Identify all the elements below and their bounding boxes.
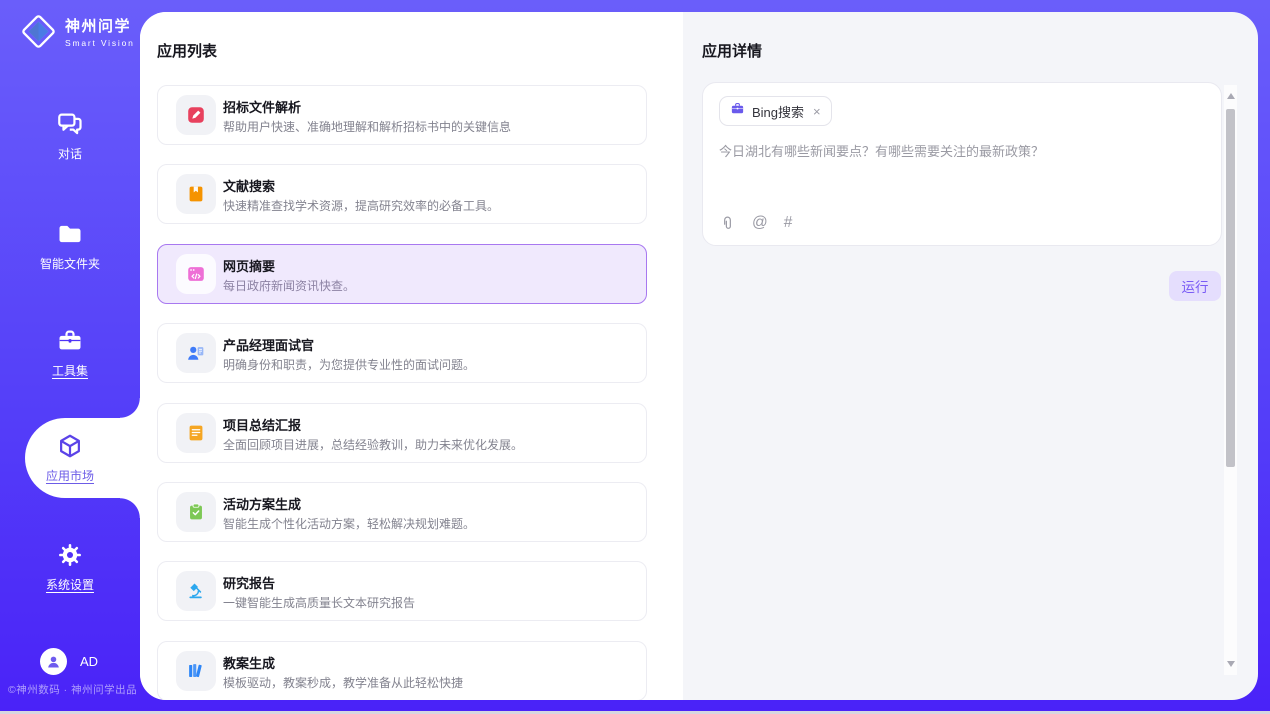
tool-chip-label: Bing搜索: [752, 102, 804, 121]
sidebar-item-label: 系统设置: [46, 576, 94, 593]
brand-name: 神州问学: [65, 15, 135, 36]
sidebar-item-label: 智能文件夹: [40, 255, 100, 272]
copyright-text: ©神州数码 · 神州问学出品: [8, 682, 137, 697]
app-card-description: 全面回顾项目进展，总结经验教训，助力未来优化发展。: [223, 436, 635, 453]
tool-chip-bing-search[interactable]: Bing搜索 ×: [719, 96, 832, 126]
scrollbar-thumb[interactable]: [1226, 109, 1235, 467]
app-card-description: 明确身份和职责，为您提供专业性的面试问题。: [223, 356, 635, 373]
app-card-description: 快速精准查找学术资源，提高研究效率的必备工具。: [223, 197, 635, 214]
sidebar-item-label: 对话: [58, 145, 82, 162]
folder-icon: [56, 220, 84, 248]
active-nav-bubble-notch-top: [120, 398, 140, 418]
scrollbar-up-arrow-icon[interactable]: [1227, 93, 1235, 99]
prompt-input[interactable]: [719, 141, 1201, 197]
user-avatar-icon: [40, 648, 67, 675]
user-initials: AD: [80, 654, 98, 669]
sidebar-item-label: 应用市场: [46, 467, 94, 484]
scrollbar-down-arrow-icon[interactable]: [1227, 661, 1235, 667]
toolbox-icon: [56, 327, 84, 355]
app-card-title: 网页摘要: [223, 256, 275, 275]
books-icon: [176, 651, 216, 691]
active-nav-bubble-notch-bottom: [120, 498, 140, 518]
content-area: 应用列表 应用详情 招标文件解析帮助用户快速、准确地理解和解析招标书中的关键信息…: [140, 12, 1258, 700]
paperclip-icon[interactable]: [719, 215, 736, 232]
report-icon: [176, 413, 216, 453]
app-card-title: 产品经理面试官: [223, 335, 314, 354]
sidebar-item-toolbox[interactable]: 工具集: [0, 327, 140, 379]
app-card-title: 文献搜索: [223, 176, 275, 195]
sidebar-item-cube[interactable]: 应用市场: [0, 432, 140, 484]
briefcase-icon: [730, 101, 745, 121]
at-mention-icon[interactable]: @: [752, 214, 768, 232]
diamond-logo-icon: [20, 13, 57, 50]
sidebar: 神州问学 Smart Vision 对话智能文件夹工具集应用市场系统设置 AD …: [0, 0, 140, 711]
user-account[interactable]: AD: [40, 648, 98, 675]
app-card-description: 每日政府新闻资讯快查。: [223, 277, 635, 294]
app-list-scrollbar[interactable]: [1224, 85, 1237, 675]
app-card-clipboard-check[interactable]: 活动方案生成智能生成个性化活动方案，轻松解决规划难题。: [157, 482, 647, 542]
run-button[interactable]: 运行: [1169, 271, 1221, 301]
app-card-title: 项目总结汇报: [223, 415, 301, 434]
app-card-microscope[interactable]: 研究报告一键智能生成高质量长文本研究报告: [157, 561, 647, 621]
app-logo: 神州问学 Smart Vision: [20, 13, 135, 50]
chip-close-icon[interactable]: ×: [813, 105, 821, 118]
app-card-interviewer[interactable]: 产品经理面试官明确身份和职责，为您提供专业性的面试问题。: [157, 323, 647, 383]
app-card-edit-doc[interactable]: 招标文件解析帮助用户快速、准确地理解和解析招标书中的关键信息: [157, 85, 647, 145]
composer-card: Bing搜索 × @ #: [702, 82, 1222, 246]
app-card-title: 活动方案生成: [223, 494, 301, 513]
microscope-icon: [176, 571, 216, 611]
app-detail-title: 应用详情: [702, 40, 762, 61]
app-card-title: 招标文件解析: [223, 97, 301, 116]
brand-subtitle: Smart Vision: [65, 38, 135, 48]
app-card-description: 一键智能生成高质量长文本研究报告: [223, 594, 635, 611]
composer-toolbar: @ #: [719, 214, 792, 232]
sidebar-item-gear[interactable]: 系统设置: [0, 541, 140, 593]
app-card-book[interactable]: 文献搜索快速精准查找学术资源，提高研究效率的必备工具。: [157, 164, 647, 224]
book-icon: [176, 174, 216, 214]
app-card-report[interactable]: 项目总结汇报全面回顾项目进展，总结经验教训，助力未来优化发展。: [157, 403, 647, 463]
sidebar-item-folder[interactable]: 智能文件夹: [0, 220, 140, 272]
app-card-description: 智能生成个性化活动方案，轻松解决规划难题。: [223, 515, 635, 532]
browser-code-icon: [176, 254, 216, 294]
sidebar-item-label: 工具集: [52, 362, 88, 379]
clipboard-check-icon: [176, 492, 216, 532]
app-list-title: 应用列表: [157, 40, 217, 61]
app-card-books[interactable]: 教案生成模板驱动，教案秒成，教学准备从此轻松快捷: [157, 641, 647, 700]
app-card-title: 研究报告: [223, 573, 275, 592]
sidebar-item-chat[interactable]: 对话: [0, 110, 140, 162]
interviewer-icon: [176, 333, 216, 373]
cube-icon: [56, 432, 84, 460]
app-card-description: 模板驱动，教案秒成，教学准备从此轻松快捷: [223, 674, 635, 691]
app-card-description: 帮助用户快速、准确地理解和解析招标书中的关键信息: [223, 118, 635, 135]
hash-icon[interactable]: #: [784, 214, 793, 232]
chat-icon: [56, 110, 84, 138]
app-card-browser-code[interactable]: 网页摘要每日政府新闻资讯快查。: [157, 244, 647, 304]
gear-icon: [56, 541, 84, 569]
app-card-title: 教案生成: [223, 653, 275, 672]
edit-doc-icon: [176, 95, 216, 135]
